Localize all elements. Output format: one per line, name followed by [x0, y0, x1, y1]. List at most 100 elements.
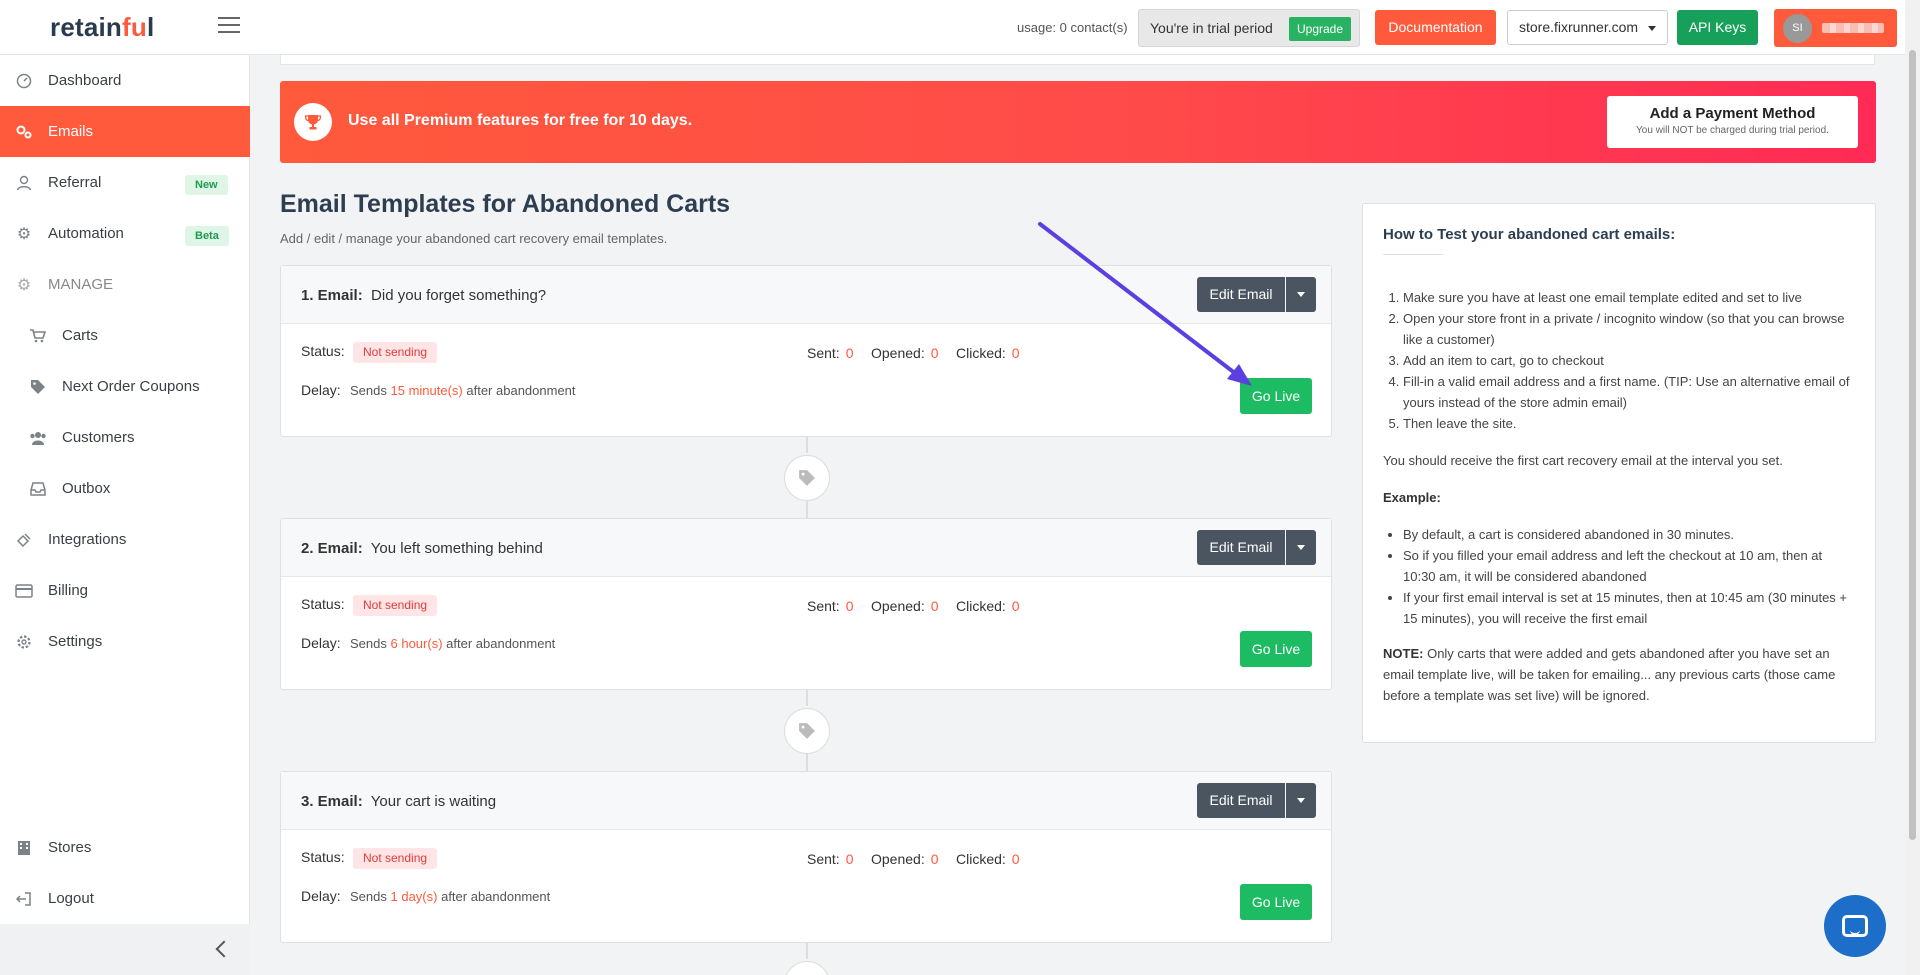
edit-email-button[interactable]: Edit Email — [1197, 783, 1285, 818]
status-badge: Not sending — [353, 848, 438, 869]
sidebar-item-label: Carts — [62, 327, 98, 344]
users-icon — [28, 428, 48, 448]
clicked-value: 0 — [1011, 851, 1020, 867]
sidebar-item-logout[interactable]: Logout — [0, 873, 250, 924]
help-title: How to Test your abandoned cart emails: — [1383, 226, 1676, 243]
new-badge: New — [185, 175, 228, 195]
add-payment-method-button[interactable]: Add a Payment Method You will NOT be cha… — [1607, 96, 1858, 148]
connector-line — [806, 754, 808, 771]
clicked-value: 0 — [1011, 345, 1020, 361]
email-card-header: 1. Email: Did you forget something? Edit… — [281, 266, 1331, 324]
store-select[interactable]: store.fixrunner.com — [1507, 10, 1668, 45]
example-list: By default, a cart is considered abandon… — [1403, 524, 1858, 629]
email-number: 2. Email: — [301, 540, 363, 557]
sidebar-item-referral[interactable]: Referral New — [0, 157, 250, 208]
edit-email-button[interactable]: Edit Email — [1197, 530, 1285, 565]
opened-value: 0 — [930, 598, 939, 614]
sidebar-item-integrations[interactable]: Integrations — [0, 514, 250, 565]
user-name-redacted — [1822, 23, 1884, 33]
tag-icon — [784, 455, 830, 501]
delay-text: Sends 15 minute(s) after abandonment — [350, 383, 576, 398]
help-panel: How to Test your abandoned cart emails: … — [1362, 203, 1876, 743]
sidebar-item-next-order-coupons[interactable]: Next Order Coupons — [0, 361, 250, 412]
building-icon — [14, 838, 34, 858]
help-final-note: NOTE: Only carts that were added and get… — [1383, 643, 1863, 706]
beta-badge: Beta — [185, 226, 229, 246]
go-live-button[interactable]: Go Live — [1240, 631, 1312, 667]
go-live-button[interactable]: Go Live — [1240, 884, 1312, 920]
opened-stat: Opened: 0 — [871, 851, 939, 867]
store-select-value: store.fixrunner.com — [1519, 19, 1639, 35]
sidebar-item-settings[interactable]: Settings — [0, 616, 250, 667]
email-title: 3. Email: Your cart is waiting — [301, 793, 496, 810]
sidebar-item-outbox[interactable]: Outbox — [0, 463, 250, 514]
note-label: NOTE: — [1383, 646, 1424, 661]
opened-stat: Opened: 0 — [871, 345, 939, 361]
sidebar-item-carts[interactable]: Carts — [0, 310, 250, 361]
promo-message: Use all Premium features for free for 10… — [348, 112, 693, 129]
plug-icon — [14, 530, 34, 550]
edit-email-dropdown-toggle[interactable] — [1286, 530, 1316, 565]
referral-icon — [14, 173, 34, 193]
email-number: 1. Email: — [301, 287, 363, 304]
email-template-card: 3. Email: Your cart is waiting Edit Emai… — [280, 771, 1332, 943]
tag-icon — [784, 708, 830, 754]
sidebar-item-label: Emails — [48, 123, 94, 140]
delay-prefix: Sends — [350, 636, 387, 651]
delay-label: Delay: — [301, 382, 341, 398]
email-subject: Your cart is waiting — [370, 793, 497, 810]
sent-stat: Sent: 0 — [807, 851, 854, 867]
retainful-logo[interactable]: retainful — [50, 12, 154, 43]
clicked-stat: Clicked: 0 — [956, 345, 1020, 361]
opened-value: 0 — [930, 345, 939, 361]
go-live-button[interactable]: Go Live — [1240, 378, 1312, 414]
email-card-header: 3. Email: Your cart is waiting Edit Emai… — [281, 772, 1331, 830]
payment-button-subtitle: You will NOT be charged during trial per… — [1636, 125, 1829, 136]
sidebar: Dashboard Emails Referral New ⚙ Automati… — [0, 55, 250, 975]
trial-text: You're in trial period — [1150, 20, 1273, 36]
email-card-header: 2. Email: You left something behind Edit… — [281, 519, 1331, 577]
hamburger-menu-icon[interactable] — [218, 17, 240, 35]
gear-icon: ⚙ — [16, 276, 32, 294]
status-label: Status: — [301, 849, 345, 865]
sidebar-item-stores[interactable]: Stores — [0, 822, 250, 873]
edit-email-button[interactable]: Edit Email — [1197, 277, 1285, 312]
payment-button-title: Add a Payment Method — [1649, 105, 1816, 122]
logout-icon — [14, 889, 34, 909]
delay-label: Delay: — [301, 888, 341, 904]
sidebar-collapse-button[interactable] — [0, 924, 250, 975]
help-note: You should receive the first cart recove… — [1383, 453, 1783, 468]
sent-value: 0 — [845, 345, 854, 361]
documentation-button[interactable]: Documentation — [1375, 10, 1496, 45]
status-badge: Not sending — [353, 595, 438, 616]
sent-value: 0 — [845, 851, 854, 867]
help-steps-list: Make sure you have at least one email te… — [1403, 287, 1858, 434]
delay-value: 15 minute(s) — [390, 383, 463, 398]
edit-email-dropdown-toggle[interactable] — [1286, 783, 1316, 818]
sidebar-item-dashboard[interactable]: Dashboard — [0, 55, 250, 106]
delay-value: 1 day(s) — [390, 889, 438, 904]
edit-email-dropdown-toggle[interactable] — [1286, 277, 1316, 312]
sidebar-item-label: Integrations — [48, 531, 127, 548]
api-keys-button[interactable]: API Keys — [1677, 10, 1758, 45]
logo-end: l — [146, 12, 155, 42]
sidebar-item-billing[interactable]: Billing — [0, 565, 250, 616]
sidebar-item-label: Next Order Coupons — [62, 378, 200, 395]
trophy-icon — [294, 103, 332, 141]
sidebar-item-customers[interactable]: Customers — [0, 412, 250, 463]
dashboard-icon — [14, 71, 34, 91]
sidebar-item-label: Customers — [62, 429, 135, 446]
user-menu[interactable]: SI — [1774, 9, 1897, 47]
sidebar-item-emails[interactable]: Emails — [0, 106, 250, 157]
sent-stat: Sent: 0 — [807, 598, 854, 614]
upgrade-button[interactable]: Upgrade — [1289, 17, 1352, 41]
scrollbar-thumb[interactable] — [1909, 50, 1916, 840]
clicked-stat: Clicked: 0 — [956, 598, 1020, 614]
opened-label: Opened: — [871, 345, 925, 361]
sidebar-item-automation[interactable]: ⚙ Automation Beta — [0, 208, 250, 259]
vertical-scrollbar[interactable] — [1905, 0, 1920, 975]
sent-value: 0 — [845, 598, 854, 614]
opened-label: Opened: — [871, 598, 925, 614]
clicked-label: Clicked: — [956, 598, 1006, 614]
chat-launcher-button[interactable] — [1824, 895, 1886, 957]
